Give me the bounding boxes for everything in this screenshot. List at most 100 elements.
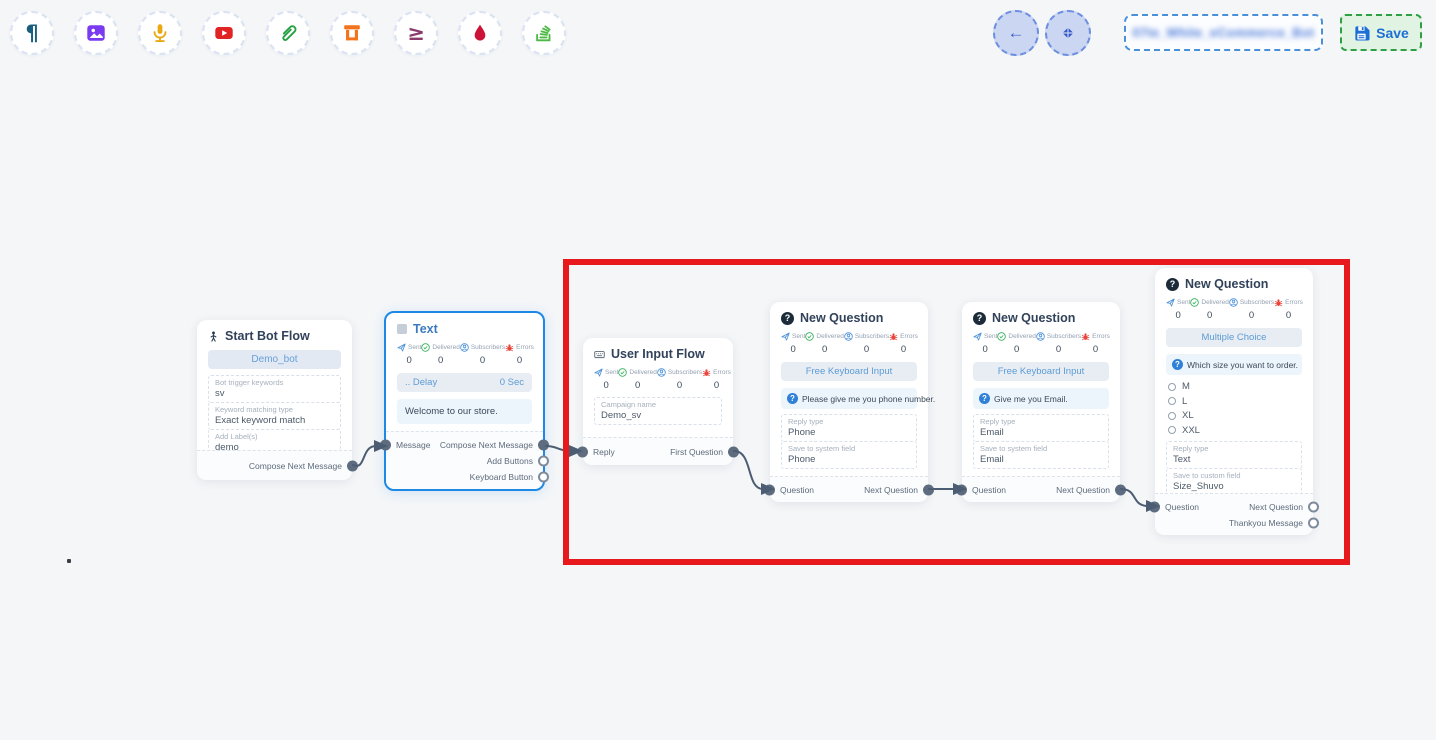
field-save-to-system-field: Save to system field Email — [973, 441, 1109, 469]
question-type-pill: Free Keyboard Input — [973, 362, 1109, 381]
errors-icon — [702, 368, 711, 377]
flow-name-input[interactable]: 07te_White_eCommerce_Bot — [1124, 14, 1323, 51]
delivered-icon — [421, 343, 430, 352]
node-stats: Sent0 Delivered0 Subscribers0 Errors0 — [397, 343, 532, 366]
toolbar-drip-button[interactable] — [458, 11, 502, 55]
input-label: Message — [396, 440, 431, 450]
node-title: User Input Flow — [611, 347, 705, 361]
output-label: Thankyou Message — [1229, 518, 1303, 528]
delivered-icon — [805, 332, 814, 341]
toolbar-condition-button[interactable]: ≥ — [394, 11, 438, 55]
toolbar-ecommerce-button[interactable] — [330, 11, 374, 55]
output-label: Next Question — [864, 485, 918, 495]
toolbar-text-button[interactable]: ¶ — [10, 11, 54, 55]
output-connector-add-buttons[interactable] — [538, 455, 549, 466]
field-reply-type: Reply type Email — [973, 414, 1109, 442]
input-label: Question — [972, 485, 1006, 495]
input-connector[interactable] — [577, 446, 588, 457]
node-new-question-3[interactable]: ? New Question Sent0 Delivered0 Subscrib… — [1155, 268, 1313, 535]
output-connector[interactable] — [728, 446, 739, 457]
node-footer: Message Compose Next Message Add Buttons… — [386, 431, 543, 489]
output-label: Compose Next Message — [249, 461, 342, 471]
node-stats: Sent0 Delivered0 Subscribers0 Errors0 — [781, 332, 917, 355]
greater-equal-icon: ≥ — [407, 23, 425, 44]
node-footer: Reply First Question — [583, 437, 733, 465]
output-connector[interactable] — [1115, 484, 1126, 495]
text-icon: ¶ — [25, 23, 38, 44]
bottom-strip — [0, 740, 1436, 748]
node-start-bot-flow[interactable]: Start Bot Flow Demo_bot Bot trigger keyw… — [197, 320, 352, 480]
radio-icon[interactable] — [1168, 412, 1176, 420]
field-save-to-system-field: Save to system field Phone — [781, 441, 917, 469]
radio-icon[interactable] — [1168, 426, 1176, 434]
question-icon: ? — [1172, 359, 1183, 370]
input-connector[interactable] — [380, 439, 391, 450]
toolbar-image-button[interactable] — [74, 11, 118, 55]
text-block-icon — [397, 324, 407, 334]
save-button[interactable]: Save — [1340, 14, 1422, 51]
field-campaign-name: Campaign name Demo_sv — [594, 397, 722, 425]
paperclip-icon — [277, 22, 299, 44]
question-icon: ? — [1166, 278, 1179, 291]
node-stats: Sent0 Delivered0 Subscribers0 Errors0 — [973, 332, 1109, 355]
output-label: Next Question — [1249, 502, 1303, 512]
output-label: Next Question — [1056, 485, 1110, 495]
delay-bar[interactable]: .. Delay 0 Sec — [397, 373, 532, 392]
toolbar-audio-button[interactable] — [138, 11, 182, 55]
question-preview: ? Give me you Email. — [973, 388, 1109, 409]
field-bot-trigger-keywords: Bot trigger keywords sv — [208, 375, 341, 403]
compress-icon — [1060, 25, 1076, 41]
output-label: First Question — [670, 447, 723, 457]
field-save-to-custom-field: Save to custom field Size_Shuvo — [1166, 468, 1302, 496]
toolbar-video-button[interactable] — [202, 11, 246, 55]
flow-builder-canvas[interactable]: ¶ — [0, 0, 1436, 748]
back-button[interactable]: ← — [993, 10, 1039, 56]
output-label: Add Buttons — [487, 456, 533, 466]
input-connector[interactable] — [956, 484, 967, 495]
radio-icon[interactable] — [1168, 383, 1176, 391]
question-preview: ? Which size you want to order. — [1166, 354, 1302, 375]
canvas-speck — [67, 559, 71, 563]
sent-icon — [781, 332, 790, 341]
microphone-icon — [149, 22, 171, 44]
input-connector[interactable] — [764, 484, 775, 495]
node-new-question-1[interactable]: ? New Question Sent0 Delivered0 Subscrib… — [770, 302, 928, 502]
node-stats: Sent0 Delivered0 Subscribers0 Errors0 — [594, 368, 722, 391]
field-reply-type: Reply type Text — [1166, 441, 1302, 469]
field-keyword-matching-type: Keyword matching type Exact keyword matc… — [208, 402, 341, 430]
delivered-icon — [1190, 298, 1199, 307]
output-connector-next-question[interactable] — [1308, 501, 1319, 512]
radio-icon[interactable] — [1168, 397, 1176, 405]
toolbar-sequence-button[interactable] — [522, 11, 566, 55]
subscribers-icon — [844, 332, 853, 341]
input-connector[interactable] — [1149, 501, 1160, 512]
output-connector-compose[interactable] — [538, 439, 549, 450]
output-connector-thankyou-message[interactable] — [1308, 517, 1319, 528]
errors-icon — [1274, 298, 1283, 307]
choice-options: M L XL XXL — [1168, 381, 1302, 436]
errors-icon — [1081, 332, 1090, 341]
youtube-icon — [213, 22, 235, 44]
save-label: Save — [1376, 25, 1409, 41]
subscribers-icon — [1229, 298, 1238, 307]
subscribers-icon — [657, 368, 666, 377]
output-connector[interactable] — [347, 460, 358, 471]
node-new-question-2[interactable]: ? New Question Sent0 Delivered0 Subscrib… — [962, 302, 1120, 502]
message-preview: Welcome to our store. — [397, 399, 532, 424]
user-input-icon — [594, 349, 605, 360]
stack-icon — [533, 22, 555, 44]
node-user-input-flow[interactable]: User Input Flow Sent0 Delivered0 Subscri… — [583, 338, 733, 465]
node-footer: Question Next Question — [770, 476, 928, 502]
toolbar-attachment-button[interactable] — [266, 11, 310, 55]
delivered-icon — [618, 368, 627, 377]
person-icon — [208, 331, 219, 342]
sent-icon — [397, 343, 406, 352]
field-reply-type: Reply type Phone — [781, 414, 917, 442]
node-title: New Question — [800, 311, 883, 325]
node-title: New Question — [992, 311, 1075, 325]
output-connector-keyboard-button[interactable] — [538, 471, 549, 482]
node-title: Text — [413, 322, 438, 336]
fit-view-button[interactable] — [1045, 10, 1091, 56]
output-connector[interactable] — [923, 484, 934, 495]
node-text[interactable]: Text Sent0 Delivered0 Subscribers0 Error… — [384, 311, 545, 491]
